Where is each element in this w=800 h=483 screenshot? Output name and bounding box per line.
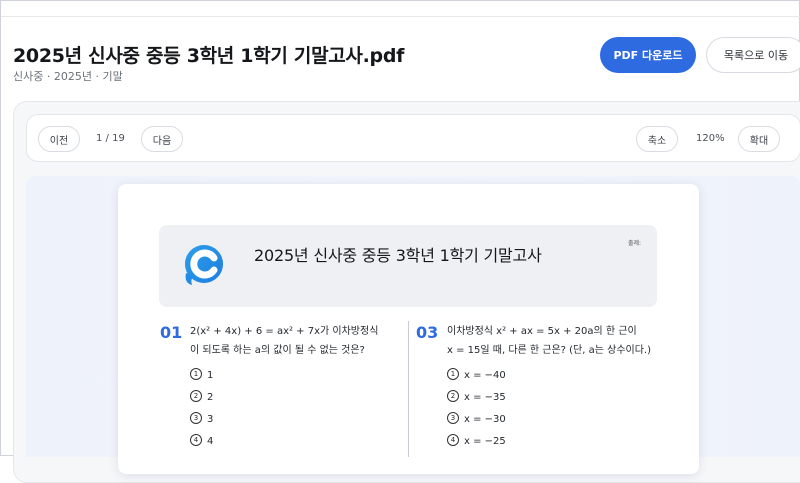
choice-value: 2 (207, 392, 214, 403)
answer-choice: 1 x = −40 (447, 368, 506, 381)
answer-choice: 3 x = −30 (447, 412, 506, 425)
exam-title: 2025년 신사중 중등 3학년 1학기 기말고사 (254, 246, 542, 265)
answer-choice: 33 (190, 412, 214, 425)
choice-mark: 4 (190, 434, 202, 446)
choice-value: x = −25 (464, 436, 506, 447)
top-divider (1, 16, 800, 17)
breadcrumb: 신사중 · 2025년 · 기말 (13, 70, 123, 83)
choice-value: 1 (207, 370, 214, 381)
column-divider (408, 321, 409, 457)
answer-choice: 44 (190, 434, 214, 447)
zoom-in-button[interactable]: 확대 (738, 126, 780, 152)
page-indicator: 1 / 19 (96, 133, 125, 144)
answer-choice: 11 (190, 368, 214, 381)
question-text-line: 이차방정식 x² + ax = 5x + 20a의 한 근이 (447, 326, 637, 337)
question-text-line: 2(x² + 4x) + 6 = ax² + 7x가 이차방정식 (190, 326, 379, 337)
next-page-button[interactable]: 다음 (141, 126, 183, 152)
choice-value: x = −35 (464, 392, 506, 403)
prev-page-button[interactable]: 이전 (38, 126, 80, 152)
pdf-download-button[interactable]: PDF 다운로드 (600, 37, 696, 73)
question-number: 03 (416, 323, 439, 342)
viewer-toolbar: 이전 1 / 19 다음 축소 120% 확대 (26, 114, 800, 162)
answer-choice: 2 x = −35 (447, 390, 506, 403)
question-number: 01 (160, 323, 183, 342)
zoom-out-button[interactable]: 축소 (636, 126, 678, 152)
question-text-line: x = 15일 때, 다른 한 근은? (단, a는 상수이다.) (447, 345, 652, 356)
zoom-level: 120% (696, 133, 725, 144)
question-text-line: 이 되도록 하는 a의 값이 될 수 없는 것은? (190, 345, 365, 356)
answer-choice: 22 (190, 390, 214, 403)
document-title: 2025년 신사중 중등 3학년 1학기 기말고사.pdf (13, 45, 405, 67)
choice-mark: 3 (190, 412, 202, 424)
sign-label: 출제: (628, 240, 642, 247)
choice-mark: 2 (190, 390, 202, 402)
choice-mark: 4 (447, 434, 459, 446)
choice-mark: 3 (447, 412, 459, 424)
choice-value: x = −40 (464, 370, 506, 381)
choice-value: x = −30 (464, 414, 506, 425)
choice-mark: 2 (447, 390, 459, 402)
brand-c-logo-icon (185, 245, 223, 285)
back-to-list-button[interactable]: 목록으로 이동 (706, 37, 800, 73)
choice-mark: 1 (190, 368, 202, 380)
choice-value: 3 (207, 414, 214, 425)
choice-mark: 1 (447, 368, 459, 380)
answer-choice: 4 x = −25 (447, 434, 506, 447)
exam-header (159, 225, 657, 307)
choice-value: 4 (207, 436, 214, 447)
